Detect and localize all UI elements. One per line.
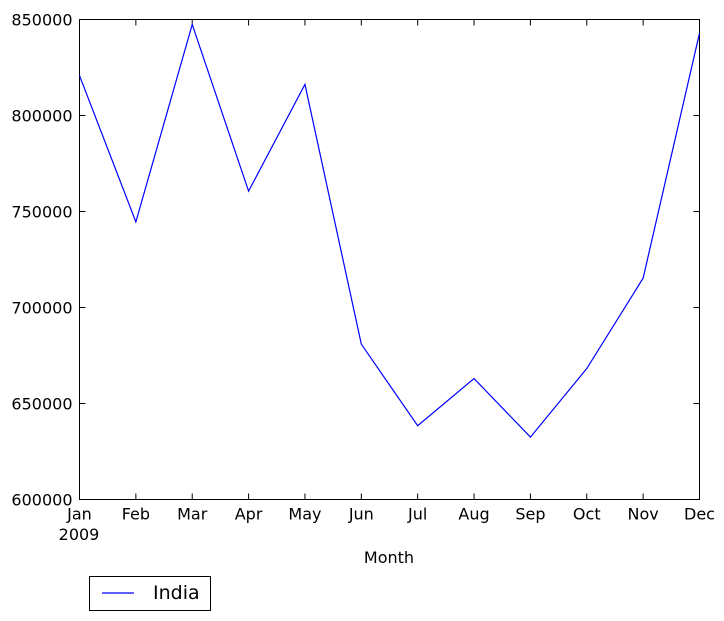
y-tick-label: 750000 — [11, 203, 72, 222]
legend: India — [89, 576, 211, 611]
x-axis-label: Month — [364, 548, 414, 567]
y-tick-label: 700000 — [11, 299, 72, 318]
legend-label-india: India — [153, 582, 200, 604]
line-chart: 600000 650000 700000 750000 800000 850000 Jan… — [11, 11, 715, 611]
x-tick-label: Oct — [573, 505, 601, 524]
x-tick-label: Jul — [407, 505, 427, 524]
x-tick-label: Feb — [122, 505, 150, 524]
x-tick-label: Jan — [66, 505, 92, 524]
y-tick-label: 600000 — [11, 491, 72, 510]
y-tick-label: 850000 — [11, 11, 72, 30]
y-tick-label: 800000 — [11, 107, 72, 126]
x-tick-label: Sep — [515, 505, 545, 524]
x-tick-label: Mar — [177, 505, 208, 524]
x-tick-label: Nov — [628, 505, 659, 524]
x-tick-label: May — [288, 505, 321, 524]
x-tick-label: Aug — [458, 505, 489, 524]
y-axis: 600000 650000 700000 750000 800000 850000 — [11, 11, 700, 510]
x-tick-label: Apr — [235, 505, 263, 524]
series-line-india — [78, 22, 701, 439]
x-axis: Jan Feb Mar Apr May Jun Jul Aug Sep Oct Nov Dec — [66, 19, 715, 524]
x-tick-label: Dec — [684, 505, 715, 524]
x-tick-label: Jun — [348, 505, 374, 524]
series-layer — [78, 22, 701, 439]
x-axis-year-label: 2009 — [59, 525, 100, 544]
y-tick-label: 650000 — [11, 395, 72, 414]
